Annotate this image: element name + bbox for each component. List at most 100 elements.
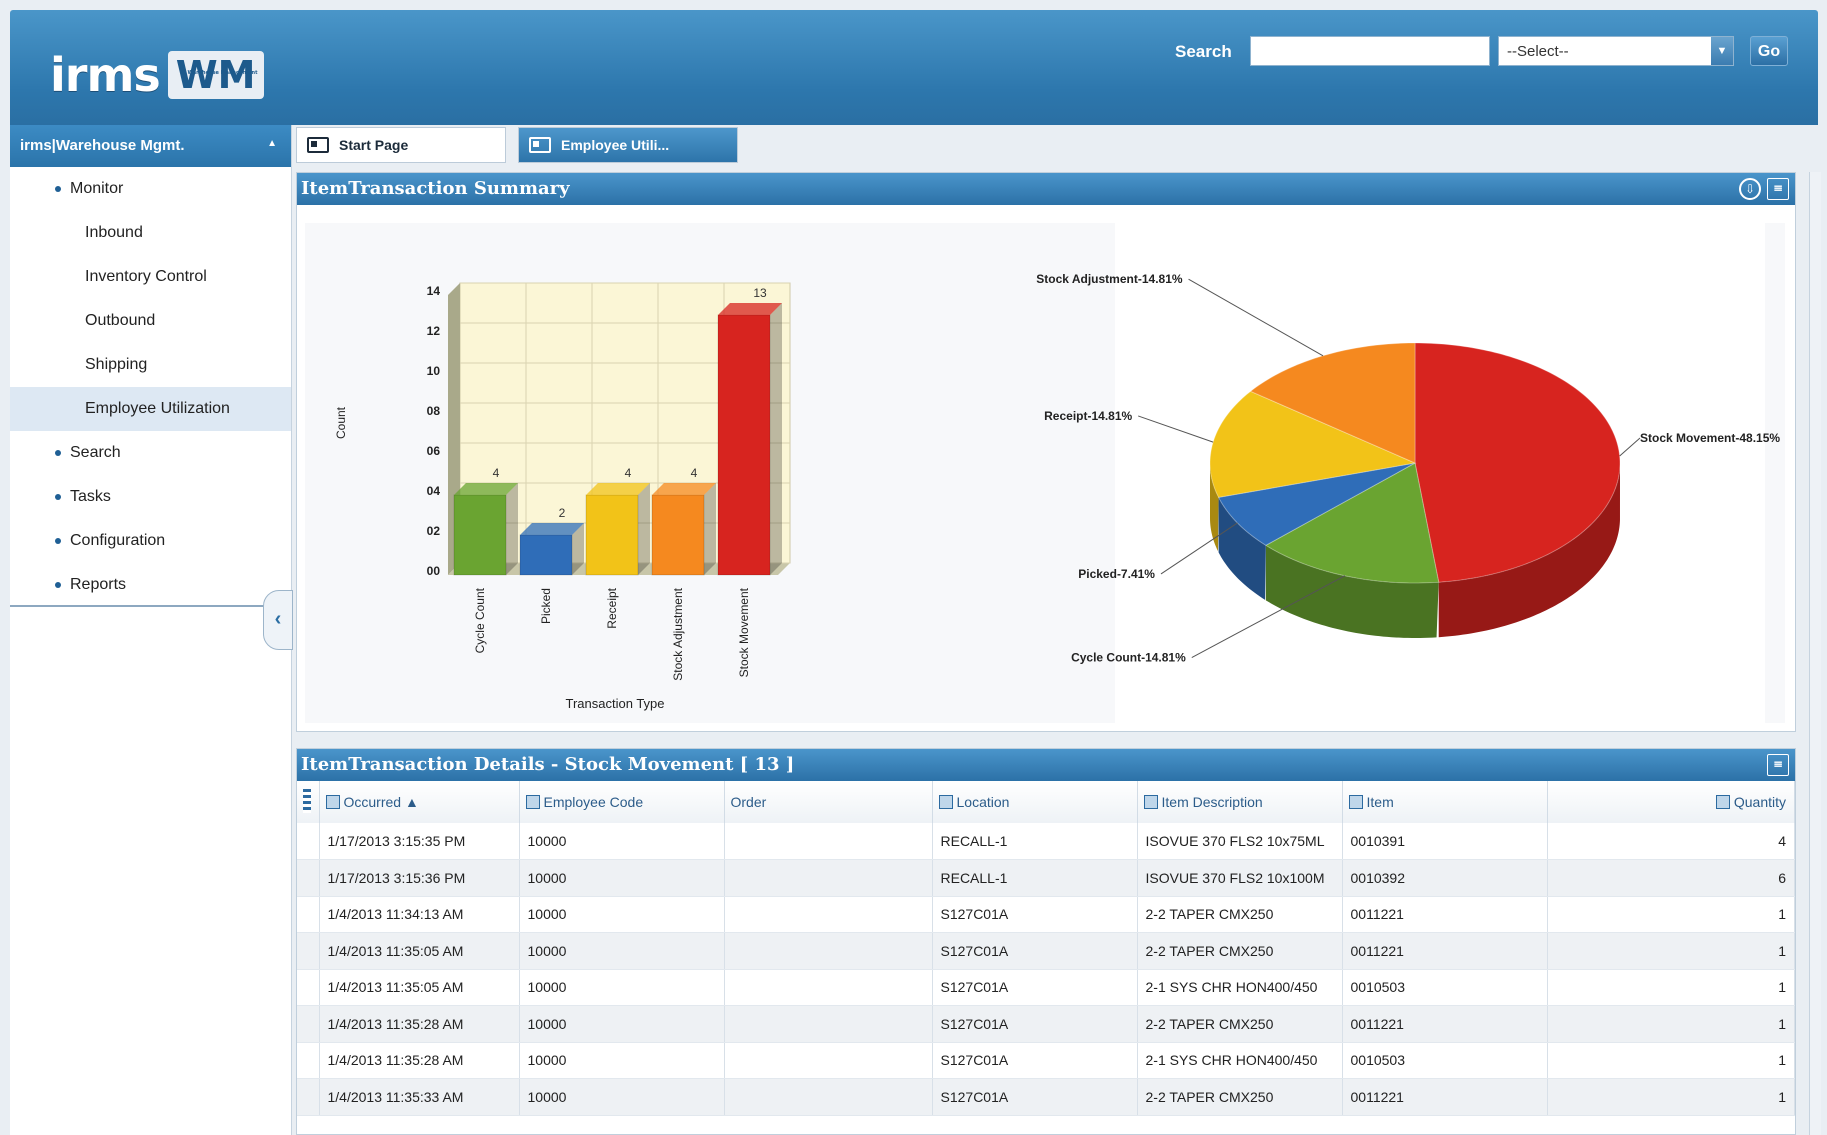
bar (453, 494, 507, 576)
tab-employee-utilization[interactable]: Employee Utili... (518, 127, 738, 163)
row-selector[interactable] (297, 859, 320, 897)
summary-panel-title: ItemTransaction Summary (301, 178, 570, 199)
row-selector[interactable] (297, 1042, 320, 1079)
download-icon[interactable]: ⇩ (1739, 178, 1761, 200)
go-button[interactable]: Go (1750, 36, 1788, 66)
column-chooser[interactable] (297, 781, 320, 823)
app-window: irms WM Warehouse Management Search --Sel… (0, 0, 1827, 1135)
column-order[interactable]: Order (724, 781, 933, 823)
table-cell: ISOVUE 370 FLS2 10x75ML (1137, 823, 1343, 860)
data-label: 2 (559, 506, 566, 520)
table-cell: 1/17/2013 3:15:35 PM (319, 823, 520, 860)
x-tick-label: Stock Movement (737, 587, 751, 677)
pie-label: Cycle Count-14.81% (1071, 651, 1186, 665)
collapse-sidebar-button[interactable]: ‹ (263, 590, 293, 650)
table-cell: 10000 (519, 896, 725, 933)
row-selector[interactable] (297, 969, 320, 1006)
column-item-description[interactable]: Item Description (1137, 781, 1343, 823)
table-row[interactable]: 1/4/2013 11:35:05 AM 10000 S127C01A 2-2 TAP… (297, 932, 1795, 970)
details-panel-title: ItemTransaction Details - Stock Movement… (301, 754, 795, 775)
y-tick-label: 08 (427, 404, 441, 418)
row-selector[interactable] (297, 896, 320, 933)
table-cell: 1 (1547, 1005, 1795, 1043)
row-selector[interactable] (297, 1005, 320, 1043)
table-cell: RECALL-1 (932, 823, 1138, 860)
y-tick-label: 04 (427, 484, 441, 498)
table-cell: S127C01A (932, 1005, 1138, 1043)
sidebar-item-inventory-control[interactable]: Inventory Control (10, 255, 291, 299)
sidebar-title[interactable]: irms|Warehouse Mgmt. ▲ (10, 125, 291, 167)
tab-label: Employee Utili... (561, 137, 670, 153)
column-icon (1143, 795, 1158, 809)
table-cell: 0010503 (1342, 969, 1548, 1006)
sidebar-item-monitor[interactable]: Monitor (10, 167, 291, 211)
table-cell: S127C01A (932, 896, 1138, 933)
pie-label: Receipt-14.81% (1044, 409, 1132, 423)
table-row[interactable]: 1/4/2013 11:35:05 AM 10000 S127C01A 2-1 SYS… (297, 969, 1795, 1006)
chevron-down-icon[interactable]: ▼ (1711, 37, 1733, 65)
start-page-icon (307, 137, 329, 153)
y-tick-label: 12 (427, 324, 441, 338)
table-row[interactable]: 1/4/2013 11:35:33 AM 10000 S127C01A 2-2 TAP… (297, 1078, 1795, 1116)
sidebar-item-shipping[interactable]: Shipping (10, 343, 291, 387)
table-cell: 1/4/2013 11:35:05 AM (319, 932, 520, 970)
pie-label: Stock Adjustment-14.81% (1036, 272, 1183, 286)
pie-label: Picked-7.41% (1078, 567, 1155, 581)
sidebar-item-inbound[interactable]: Inbound (10, 211, 291, 255)
column-quantity[interactable]: Quantity (1547, 781, 1795, 823)
column-occurred[interactable]: Occurred ▲ (319, 781, 520, 823)
table-row[interactable]: 1/4/2013 11:35:28 AM 10000 S127C01A 2-2 TAP… (297, 1005, 1795, 1043)
pie-label: Stock Movement-48.15% (1640, 431, 1780, 445)
sidebar-item-reports[interactable]: Reports (10, 563, 291, 607)
table-cell: 2-2 TAPER CMX250 (1137, 1078, 1343, 1116)
column-icon (325, 795, 340, 809)
row-selector[interactable] (297, 932, 320, 970)
table-row[interactable]: 1/4/2013 11:34:13 AM 10000 S127C01A 2-2 TAP… (297, 896, 1795, 933)
row-selector[interactable] (297, 823, 320, 860)
x-tick-label: Stock Adjustment (671, 587, 685, 680)
column-location[interactable]: Location (932, 781, 1138, 823)
details-panel-header: ItemTransaction Details - Stock Movement… (297, 749, 1795, 781)
sort-asc-icon[interactable]: ▲ (405, 794, 419, 810)
data-label: 4 (493, 466, 500, 480)
sidebar-item-search[interactable]: Search (10, 431, 291, 475)
table-cell: 2-2 TAPER CMX250 (1137, 932, 1343, 970)
sidebar-item-configuration[interactable]: Configuration (10, 519, 291, 563)
column-employee-code[interactable]: Employee Code (519, 781, 725, 823)
table-row[interactable]: 1/4/2013 11:35:28 AM 10000 S127C01A 2-1 SYS… (297, 1042, 1795, 1079)
collapse-up-icon[interactable]: ▲ (267, 138, 277, 149)
pie-chart: Stock Movement-48.15% Cycle Count-14.81% P… (1036, 223, 1780, 723)
bar (717, 314, 771, 576)
table-header-row: Occurred ▲ Employee Code Order Location … (297, 781, 1795, 823)
table-cell: 6 (1547, 859, 1795, 897)
sidebar-item-tasks[interactable]: Tasks (10, 475, 291, 519)
page-scrollbar[interactable] (1809, 172, 1821, 1135)
column-label: Location (956, 794, 1010, 810)
sidebar-item-outbound[interactable]: Outbound (10, 299, 291, 343)
table-body: 1/17/2013 3:15:35 PM 10000 RECALL-1 ISOVUE … (297, 823, 1795, 1116)
row-selector[interactable] (297, 1078, 320, 1116)
grip-icon[interactable] (303, 788, 311, 813)
sidebar-item-employee-utilization[interactable]: Employee Utilization (10, 387, 291, 431)
y-tick-label: 02 (427, 524, 441, 538)
chevron-left-icon[interactable]: ‹ (275, 608, 282, 630)
search-input[interactable] (1250, 36, 1490, 66)
y-tick-label: 10 (427, 364, 441, 378)
table-cell: 0010392 (1342, 859, 1548, 897)
panel-menu-icon[interactable]: ≡ (1767, 178, 1789, 200)
search-type-select[interactable]: --Select-- ▼ (1498, 36, 1734, 66)
table-row[interactable]: 1/17/2013 3:15:35 PM 10000 RECALL-1 ISOVUE … (297, 823, 1795, 860)
table-row[interactable]: 1/17/2013 3:15:36 PM 10000 RECALL-1 ISOVUE … (297, 859, 1795, 897)
data-label: 13 (753, 286, 767, 300)
top-header: irms WM Warehouse Management Search --Sel… (10, 10, 1818, 125)
summary-panel-header: ItemTransaction Summary ⇩ ≡ (297, 173, 1795, 205)
logo-badge-subtext: Warehouse Management (187, 70, 258, 76)
bar-side (704, 483, 716, 575)
table-cell: 10000 (519, 1005, 725, 1043)
column-item[interactable]: Item (1342, 781, 1548, 823)
summary-panel: ItemTransaction Summary ⇩ ≡ 00 02 04 06 08 10… (296, 172, 1796, 732)
panel-menu-icon[interactable]: ≡ (1767, 754, 1789, 776)
table-cell: 1/17/2013 3:15:36 PM (319, 859, 520, 897)
tab-start-page[interactable]: Start Page (296, 127, 506, 163)
tab-bar: Start Page Employee Utili... (296, 127, 738, 163)
